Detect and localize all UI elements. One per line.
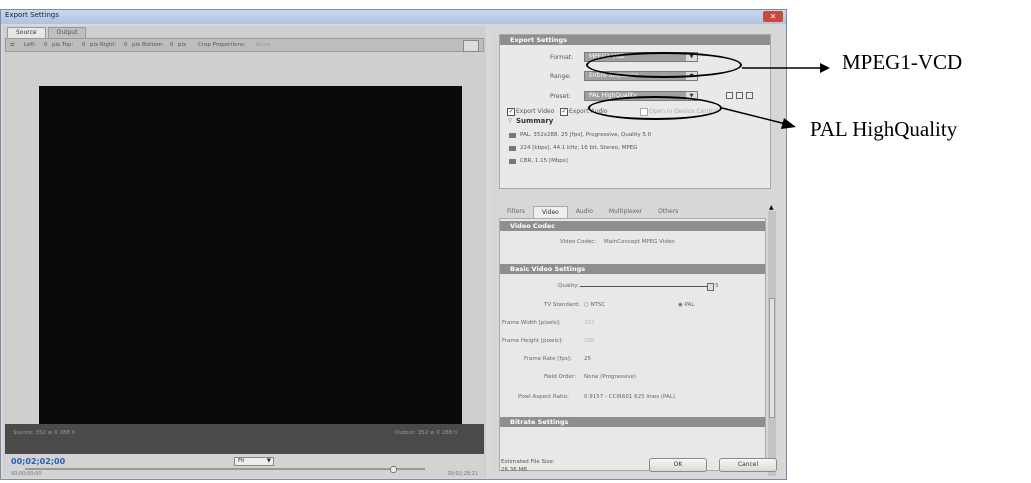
format-callout: MPEG1-VCD	[842, 50, 963, 74]
preset-callout: PAL HighQuality	[810, 117, 958, 141]
